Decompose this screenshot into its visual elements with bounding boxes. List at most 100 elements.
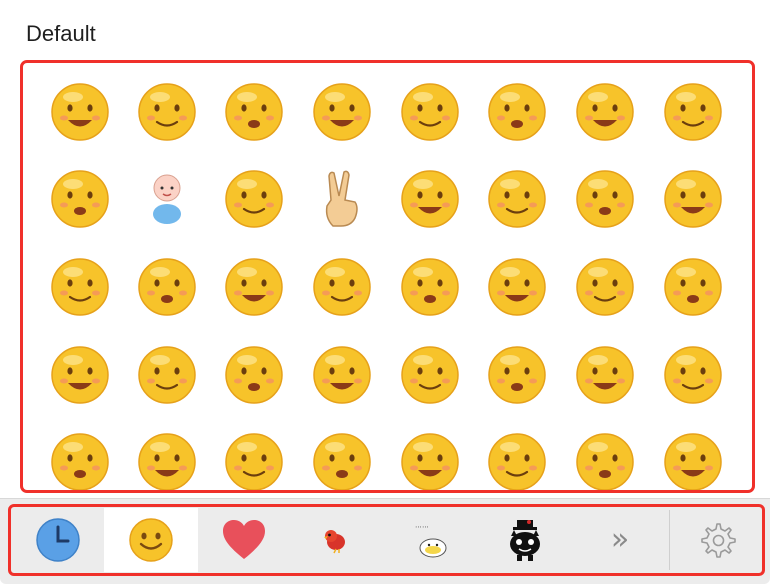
scratching-head-icon [51,170,109,228]
svg-text:⋯⋯: ⋯⋯ [415,523,429,531]
emoji-surprised-angel[interactable] [574,256,636,318]
emoji-giggle[interactable] [311,81,373,143]
music-happy-icon [576,83,634,141]
tab-sticker-cat[interactable] [484,508,566,572]
emoji-face-palm[interactable] [662,344,724,406]
emoji-mask[interactable] [486,431,548,490]
victory-hand-icon [325,170,358,227]
emoji-chocolate[interactable] [223,256,285,318]
emoji-scratching-head[interactable] [49,168,111,230]
emoji-victory-hand[interactable] [311,168,373,230]
determined-icon [225,170,283,228]
covering-mouth-laugh-icon [664,83,722,141]
laugh-hand-icon [664,258,722,316]
emoji-question-eyes[interactable] [574,344,636,406]
bird-sticker-icon [324,530,345,554]
tab-settings[interactable] [672,508,762,572]
giggle-icon [313,83,371,141]
tab-sticker-bird[interactable] [292,508,378,572]
emoji-crazy[interactable] [486,256,548,318]
heart-eyes-icon [576,170,634,228]
puzzled-icon [488,346,546,404]
emoji-speechless[interactable] [574,431,636,490]
smirk-icon [51,433,109,490]
money-eyes-icon [313,258,371,316]
emoji-tongue-out[interactable] [223,81,285,143]
emoji-kiss[interactable] [486,168,548,230]
tongue-out-icon [225,83,283,141]
emoji-grid [23,63,752,490]
wink-icon [401,258,459,316]
chocolate-icon [225,258,283,316]
speechless-icon [576,433,634,490]
mask-icon [488,433,546,490]
megaphone-shout-icon [138,258,196,316]
unimpressed-icon [138,433,196,490]
emoji-smirk[interactable] [49,431,111,490]
emoji-thinking[interactable] [399,344,461,406]
angry-pout-icon [401,170,459,228]
shy-icon [138,83,196,141]
emoji-content[interactable] [136,344,198,406]
emoji-magnifier[interactable] [49,256,111,318]
rose-in-mouth-icon [401,83,459,141]
worried-icon [313,433,371,490]
emoji-rose-in-mouth[interactable] [399,81,461,143]
emoji-money-eyes[interactable] [311,256,373,318]
question-eyes-icon [576,346,634,404]
emoji-smile[interactable] [49,81,111,143]
emoji-grid-frame [20,60,755,493]
crazy-icon [488,258,546,316]
smiley-icon [129,518,173,562]
smile-icon [51,83,109,141]
emoji-wink[interactable] [399,256,461,318]
emoji-picker-panel: Default ⋯⋯ » [0,0,770,584]
sweat-grin-icon [664,433,722,490]
emoji-unimpressed[interactable] [136,431,198,490]
emoji-laugh[interactable] [486,81,548,143]
tab-default-emoji[interactable] [104,508,198,572]
duck-face-icon [313,346,371,404]
emoji-duck-face[interactable] [311,344,373,406]
tab-sticker-duck[interactable]: ⋯⋯ [386,508,480,572]
laugh-icon [488,83,546,141]
tab-recent[interactable] [18,508,98,572]
emoji-puzzled[interactable] [486,344,548,406]
thinking-icon [401,346,459,404]
tab-more-packs[interactable]: » [574,508,666,572]
shh-icon [225,433,283,490]
heart-icon [223,520,265,559]
black-cat-sticker-icon [510,520,540,561]
emoji-music-happy[interactable] [574,81,636,143]
emoji-drooling[interactable] [49,344,111,406]
face-palm-icon [664,346,722,404]
clock-icon [36,518,80,562]
emoji-heart-eyes[interactable] [574,168,636,230]
toolbar-divider [669,510,670,570]
kiss-icon [488,170,546,228]
emoji-sweat-grin[interactable] [662,431,724,490]
emoji-sleepy[interactable] [399,431,461,490]
emoji-megaphone-shout[interactable] [136,256,198,318]
emoji-shh[interactable] [223,431,285,490]
emoji-worried[interactable] [311,431,373,490]
surprised-angel-icon [576,258,634,316]
grin-sparkle-icon [664,170,722,228]
content-icon [138,346,196,404]
section-title: Default [26,21,96,46]
emoji-laugh-hand[interactable] [662,256,724,318]
emoji-covering-mouth-laugh[interactable] [662,81,724,143]
drooling-icon [51,346,109,404]
emoji-messy-face[interactable] [223,344,285,406]
emoji-grin-sparkle[interactable] [662,168,724,230]
tab-favorites[interactable] [200,508,288,572]
sleepy-icon [401,433,459,490]
emoji-angry-pout[interactable] [399,168,461,230]
double-chevron-right-icon: » [610,522,630,557]
emoji-baby[interactable] [136,168,198,230]
emoji-determined[interactable] [223,168,285,230]
emoji-shy[interactable] [136,81,198,143]
gear-icon [701,523,736,558]
magnifier-icon [51,258,109,316]
duck-sticker-icon: ⋯⋯ [415,523,447,558]
